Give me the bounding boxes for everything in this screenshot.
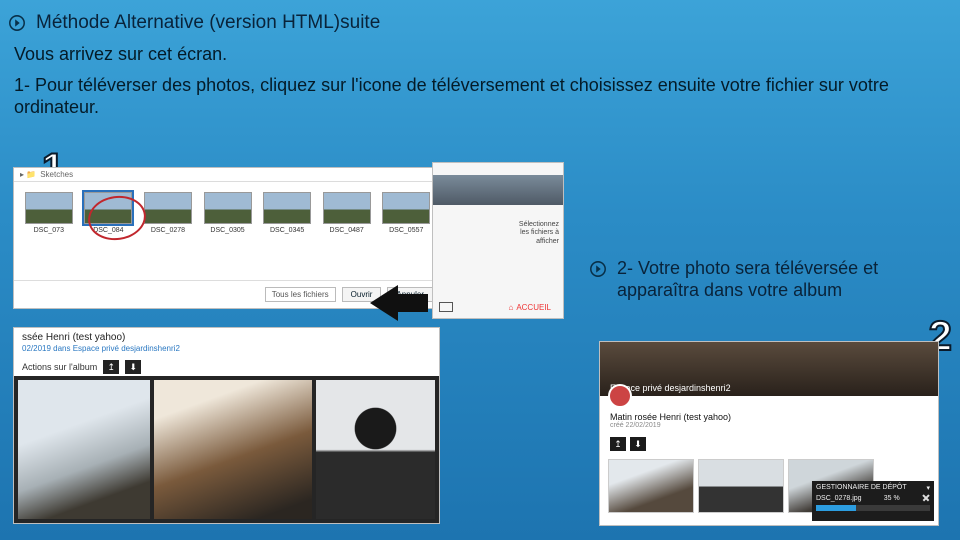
mail-icon — [439, 302, 453, 312]
thumb-caption: DSC_0487 — [330, 227, 364, 234]
step2-row: 2- Votre photo sera téléversée et appara… — [589, 258, 937, 301]
thumbnail-item[interactable]: DSC_0345 — [262, 192, 312, 234]
bullet-icon — [8, 14, 26, 32]
slide: Méthode Alternative (version HTML)suite … — [0, 0, 960, 540]
album-screenshot-2: Espace privé desjardinshenri2 Matin rosé… — [600, 342, 938, 525]
thumbnail-item[interactable]: DSC_0305 — [203, 192, 253, 234]
thumbnail-item[interactable]: DSC_0487 — [322, 192, 372, 234]
upload-manager-panel: GESTIONNAIRE DE DÉPÔT ▾ DSC_0278.jpg 35 … — [812, 481, 934, 521]
page-banner — [433, 175, 563, 205]
chevron-down-icon[interactable]: ▾ — [926, 484, 930, 492]
slide-title: Méthode Alternative (version HTML)suite — [36, 12, 380, 34]
album1-gallery — [14, 376, 439, 523]
album2-subtitle: créé 22/02/2019 — [610, 422, 928, 429]
close-icon[interactable] — [922, 494, 930, 502]
progress-fill — [816, 505, 856, 511]
title-row: Méthode Alternative (version HTML)suite — [0, 0, 960, 40]
thumb-caption: DSC_0345 — [270, 227, 304, 234]
thumb-caption: DSC_073 — [34, 227, 64, 234]
upload-page-screenshot: Sélectionnez les fichiers à afficher ⌂ A… — [433, 163, 563, 318]
home-icon: ⌂ — [508, 303, 513, 312]
arrow-annotation — [370, 285, 398, 321]
thumb-caption: DSC_0305 — [210, 227, 244, 234]
thumbnail-item-selected[interactable]: DSC_084 — [84, 192, 134, 234]
album1-actions-label: Actions sur l'album — [22, 362, 97, 372]
album1-title: ssée Henri (test yahoo) — [22, 332, 431, 343]
upload-percent: 35 % — [884, 495, 900, 502]
download-icon[interactable]: ⬇ — [630, 437, 646, 451]
thumb-caption: DSC_0557 — [389, 227, 423, 234]
album1-actions: Actions sur l'album ↥ ⬇ — [14, 358, 439, 376]
thumbnail-item[interactable]: DSC_0278 — [143, 192, 193, 234]
folder-label: Sketches — [40, 170, 73, 179]
gallery-photo[interactable] — [18, 380, 150, 519]
home-link[interactable]: ⌂ ACCUEIL — [508, 303, 551, 312]
album2-body: Matin rosée Henri (test yahoo) créé 22/0… — [600, 396, 938, 433]
hint-text: Sélectionnez les fichiers à afficher — [519, 221, 559, 246]
thumbnail-item[interactable]: DSC_073 — [24, 192, 74, 234]
gallery-photo[interactable] — [316, 380, 435, 519]
home-label: ACCUEIL — [516, 303, 551, 312]
file-filter-dropdown[interactable]: Tous les fichiers — [265, 287, 336, 302]
file-picker-topbar: ▸ 📁 Sketches — [14, 168, 441, 182]
thumb-caption: DSC_084 — [93, 227, 123, 234]
upload-filename: DSC_0278.jpg — [816, 495, 862, 502]
upload-icon[interactable]: ↥ — [610, 437, 626, 451]
gallery-photo[interactable] — [154, 380, 312, 519]
download-icon[interactable]: ⬇ — [125, 360, 141, 374]
album1-subtitle: 02/2019 dans Espace privé desjardinshenr… — [22, 344, 180, 353]
step1-text: 1- Pour téléverser des photos, cliquez s… — [0, 75, 960, 130]
folder-icon: ▸ 📁 — [20, 170, 36, 179]
album2-banner: Espace privé desjardinshenri2 — [600, 342, 938, 396]
gallery-photo[interactable] — [608, 459, 694, 513]
upload-manager-title: GESTIONNAIRE DE DÉPÔT — [816, 484, 907, 492]
progress-bar — [816, 505, 930, 511]
album1-header: ssée Henri (test yahoo) 02/2019 dans Esp… — [14, 328, 439, 358]
thumbnail-item[interactable]: DSC_0557 — [381, 192, 431, 234]
bullet-icon — [589, 260, 607, 278]
album2-actions: ↥ ⬇ — [600, 433, 938, 455]
album-screenshot-1: ssée Henri (test yahoo) 02/2019 dans Esp… — [14, 328, 439, 523]
gallery-photo[interactable] — [698, 459, 784, 513]
album2-title: Matin rosée Henri (test yahoo) — [610, 412, 928, 422]
step2-text: 2- Votre photo sera téléversée et appara… — [617, 258, 937, 301]
thumb-caption: DSC_0278 — [151, 227, 185, 234]
upload-icon[interactable]: ↥ — [103, 360, 119, 374]
thumbnail-row: DSC_073 DSC_084 DSC_0278 DSC_0305 DSC_03… — [14, 182, 441, 244]
intro-text: Vous arrivez sur cet écran. — [0, 40, 960, 75]
avatar — [608, 384, 632, 408]
